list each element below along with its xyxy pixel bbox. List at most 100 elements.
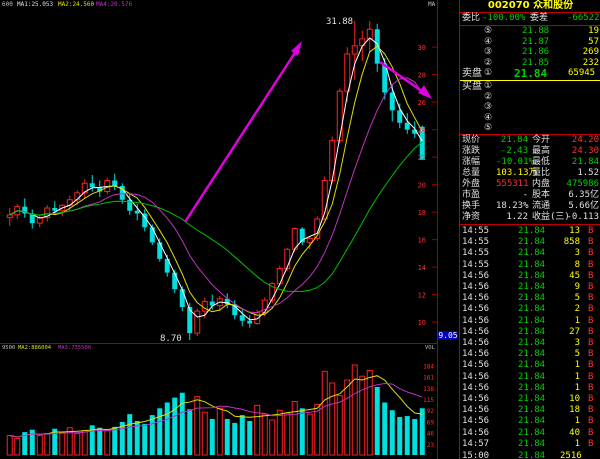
stat-label: 总量 <box>462 168 481 178</box>
quote-stat-row: 总量 103.13万 量比 1.52 <box>460 168 600 179</box>
tick-volume: 1 <box>574 315 580 326</box>
tick-time: 14:55 <box>462 237 490 248</box>
volume-bar <box>389 410 395 455</box>
volume-bar <box>382 402 388 455</box>
sell-level-row: ⑤ 21.88 19 <box>460 26 600 37</box>
tick-row: 14:56 21.84 1 B <box>460 416 600 427</box>
tick-direction: B <box>588 259 594 270</box>
volume-bar <box>299 408 305 455</box>
tick-volume: 1 <box>574 360 580 371</box>
tick-row: 14:55 21.84 8 B <box>460 260 600 271</box>
tick-row: 14:56 21.84 27 B <box>460 327 600 338</box>
volume-bar <box>397 417 403 455</box>
vol-ma3-label: MA3:735500 <box>58 345 91 351</box>
tick-time: 14:57 <box>462 438 490 449</box>
stat-value-2: 6.35亿 <box>568 190 599 200</box>
tick-volume: 45 <box>569 270 580 281</box>
stat-label-2: 最低 <box>532 157 551 167</box>
quote-stat-row: 净资 1.22 收益(三) -0.113 <box>460 212 600 223</box>
volume-bar <box>164 402 170 455</box>
tick-price: 21.84 <box>518 360 546 371</box>
tick-price: 21.84 <box>518 326 546 337</box>
tick-direction: B <box>588 226 594 236</box>
tick-direction: B <box>588 248 594 259</box>
tick-volume: 858 <box>563 237 580 248</box>
sell-label: 卖盘 <box>462 68 482 79</box>
sell1-index: ① <box>484 68 493 78</box>
sell-level-index: ② <box>484 57 493 68</box>
tick-row: 14:56 21.84 2 B <box>460 304 600 315</box>
buy-level-row: ④ <box>460 113 600 124</box>
tick-price: 21.84 <box>518 394 546 404</box>
volume-bar <box>247 420 253 455</box>
volume-bar <box>104 430 111 456</box>
volume-bar <box>344 379 351 456</box>
volume-bar <box>359 375 366 456</box>
stat-value-2: 24.20 <box>571 135 599 145</box>
sell-level-price: 21.88 <box>522 26 550 36</box>
price-axis-label: 30 <box>418 44 426 52</box>
volume-axis-label: 92 <box>427 408 435 415</box>
tick-volume: 5 <box>574 349 580 360</box>
volume-bar <box>351 364 358 456</box>
tick-price: 21.84 <box>518 438 546 449</box>
quote-stat-row: 涨幅 -10.01% 最低 21.84 <box>460 157 600 168</box>
tick-volume: 1 <box>574 371 580 382</box>
tick-row: 14:55 21.84 13 B <box>460 226 600 237</box>
sell-level-price: 21.86 <box>522 47 550 57</box>
tick-volume: 5 <box>574 293 580 304</box>
tick-direction: B <box>588 371 594 382</box>
tick-direction: B <box>588 427 594 438</box>
tick-time: 14:56 <box>462 371 490 382</box>
price-axis-label: 12 <box>418 292 426 300</box>
volume-axis-label: 46 <box>427 431 435 438</box>
kline-chart[interactable]: 30 28 26 24 22 20 18 16 14 12 10 184 161 138 115 92 69 4… <box>0 0 438 459</box>
volume-bar <box>127 414 133 455</box>
high-annotation: 31.88 <box>326 17 353 27</box>
tick-row: 14:56 21.84 5 B <box>460 349 600 360</box>
sell-level-price: 21.87 <box>522 36 550 47</box>
tick-row: 14:56 21.84 40 B <box>460 428 600 439</box>
volume-bar <box>187 409 193 455</box>
stat-value: -2.43 <box>500 146 528 156</box>
volume-bar <box>81 430 88 456</box>
tick-row: 14:56 21.84 1 B <box>460 360 600 371</box>
volume-bar <box>306 413 313 456</box>
stat-value-2: 21.84 <box>571 157 599 167</box>
tick-volume: 27 <box>569 326 580 337</box>
sell-level-volume: 232 <box>582 57 599 68</box>
tick-price: 21.84 <box>518 405 546 416</box>
stat-label: 净资 <box>462 212 481 222</box>
stat-value: 103.13万 <box>496 168 538 178</box>
price-axis-label: 18 <box>418 209 426 217</box>
volume-bar <box>142 423 148 455</box>
tick-volume: 40 <box>569 427 580 438</box>
tick-volume: 1 <box>574 382 580 393</box>
volume-axis-label: 138 <box>423 386 434 393</box>
sell-level-volume: 269 <box>582 47 599 57</box>
tick-time: 14:55 <box>462 226 490 236</box>
sell-level-index: ④ <box>484 36 493 47</box>
tick-volume: 9 <box>574 282 580 292</box>
tick-direction: B <box>588 293 594 304</box>
tick-price: 21.84 <box>518 226 546 236</box>
order-ratio-row: 委比 -100.00% 委差 -66522 <box>460 13 600 24</box>
tick-direction: B <box>588 338 594 348</box>
volume-bar <box>336 395 343 456</box>
tick-volume: 13 <box>569 226 580 236</box>
tick-direction: B <box>588 282 594 292</box>
volume-bar <box>36 435 43 456</box>
volume-bar <box>201 411 208 456</box>
price-axis-label: 22 <box>418 154 426 162</box>
tick-volume: 2 <box>574 304 580 315</box>
volume-axis-label: 23 <box>427 442 435 449</box>
volume-bar <box>194 396 201 456</box>
volume-bar <box>44 433 51 456</box>
buy-level-index: ③ <box>484 102 493 112</box>
sell1-volume: 65945 <box>568 68 596 78</box>
buy-level-row: ② <box>460 92 600 103</box>
tick-time: 14:56 <box>462 270 490 281</box>
buy-level-index: ① <box>484 81 493 91</box>
tick-direction: B <box>588 405 594 416</box>
tick-time: 14:56 <box>462 405 490 416</box>
